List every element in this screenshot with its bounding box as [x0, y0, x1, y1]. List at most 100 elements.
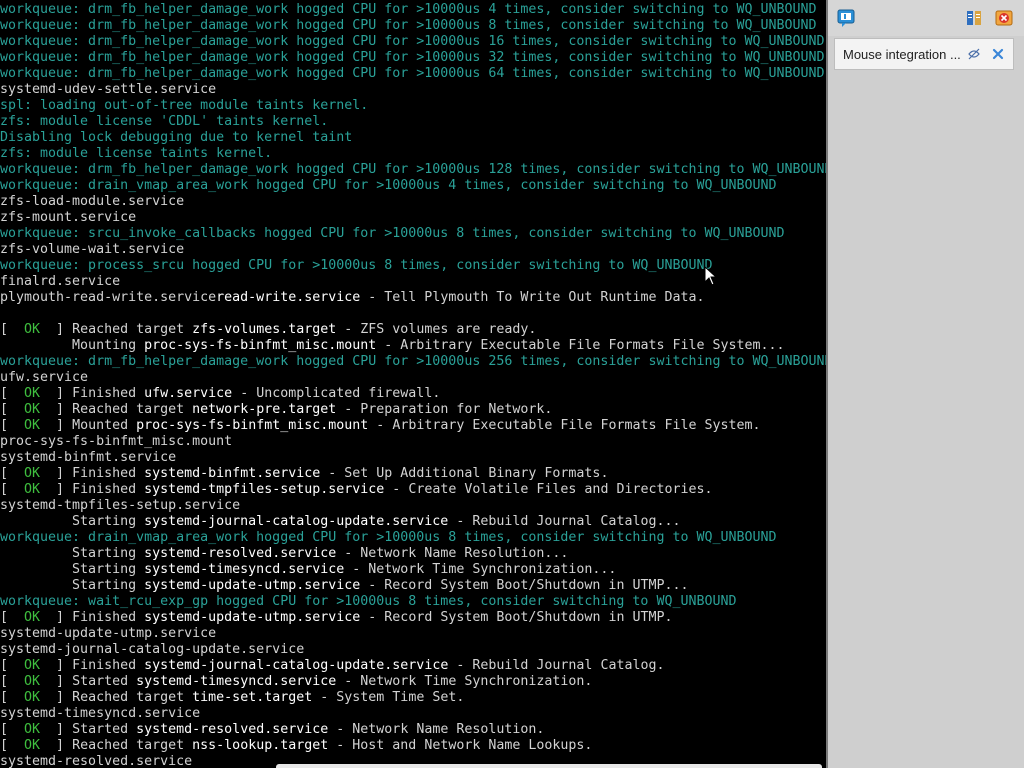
- console-line: [ OK ] Reached target network-pre.target…: [0, 402, 552, 418]
- console-text-segment: [: [0, 418, 25, 433]
- console-text-segment: - Network Time Synchronization.: [336, 674, 593, 689]
- console-text-segment: ] Finished: [40, 466, 145, 481]
- console-line: [ OK ] Finished systemd-update-utmp.serv…: [0, 610, 673, 626]
- console-text-segment: ] Mounted: [40, 418, 137, 433]
- console-text-segment: zfs: module license 'CDDL' taints kernel…: [0, 114, 329, 129]
- ok-status-text: OK: [24, 674, 41, 689]
- console-text-segment: workqueue: drm_fb_helper_damage_work hog…: [0, 34, 825, 49]
- console-line: [ OK ] Reached target zfs-volumes.target…: [0, 322, 536, 338]
- console-text-segment: zfs-mount.service: [0, 210, 137, 225]
- console-line: workqueue: srcu_invoke_callbacks hogged …: [0, 226, 785, 242]
- console-text-segment: ] Started: [40, 722, 137, 737]
- notification-text: Mouse integration ...: [843, 47, 961, 62]
- console-text-segment: workqueue: drm_fb_helper_damage_work hog…: [0, 66, 825, 81]
- console-text-segment: Starting: [0, 546, 145, 561]
- console-text-segment: systemd-timesyncd.service: [0, 706, 201, 721]
- console-line: proc-sys-fs-binfmt_misc.mount: [0, 434, 232, 450]
- console-text-segment: ufw.service: [144, 386, 233, 401]
- notification-center-icon[interactable]: [836, 8, 856, 28]
- console-line: [ OK ] Finished systemd-journal-catalog-…: [0, 658, 665, 674]
- console-text-segment: ] Finished: [40, 482, 145, 497]
- console-text-segment: [: [0, 466, 25, 481]
- console-line: workqueue: drm_fb_helper_damage_work hog…: [0, 34, 825, 50]
- console-text-segment: systemd-timesyncd.service: [144, 562, 345, 577]
- console-line: systemd-resolved.service: [0, 754, 192, 768]
- console-line: zfs-volume-wait.service: [0, 242, 184, 258]
- console-text-segment: systemd-tmpfiles-setup.service: [0, 498, 241, 513]
- console-text-segment: time-set.target: [192, 690, 313, 705]
- ok-status-text: OK: [24, 690, 41, 705]
- console-text-segment: systemd-resolved.service: [136, 722, 329, 737]
- console-text-segment: proc-sys-fs-binfmt_misc.mount: [0, 434, 233, 449]
- close-panel-icon[interactable]: [994, 8, 1014, 28]
- console-text-segment: [: [0, 738, 25, 753]
- console-text-segment: - Record System Boot/Shutdown in UTMP.: [360, 610, 673, 625]
- console-text-segment: - Set Up Additional Binary Formats.: [320, 466, 609, 481]
- console-line: spl: loading out-of-tree module taints k…: [0, 98, 368, 114]
- console-text-segment: - ZFS volumes are ready.: [336, 322, 537, 337]
- console-text-segment: - Create Volatile Files and Directories.: [384, 482, 713, 497]
- ok-status-text: OK: [24, 418, 41, 433]
- console-text-segment: workqueue: drm_fb_helper_damage_work hog…: [0, 354, 826, 369]
- console-text-segment: systemd-resolved.service: [144, 546, 337, 561]
- vm-settings-icon[interactable]: [964, 8, 984, 28]
- ok-status-text: OK: [24, 466, 41, 481]
- console-line: Starting systemd-timesyncd.service - Net…: [0, 562, 616, 578]
- console-text-segment: systemd-binfmt.service: [0, 450, 177, 465]
- console-text-segment: ] Reached target: [40, 402, 193, 417]
- console-text-segment: zfs-volumes.target: [192, 322, 337, 337]
- console-text-segment: workqueue: drm_fb_helper_damage_work hog…: [0, 18, 817, 33]
- console-text-segment: network-pre.target: [192, 402, 337, 417]
- console-text-segment: ] Finished: [40, 386, 145, 401]
- console-text-segment: - Rebuild Journal Catalog...: [448, 514, 681, 529]
- ok-status-text: OK: [24, 386, 41, 401]
- console-text-segment: - Arbitrary Executable File Formats File…: [368, 418, 761, 433]
- mouse-integration-notification[interactable]: Mouse integration ...: [834, 38, 1014, 70]
- console-text-segment: Mounting: [0, 338, 145, 353]
- console-text-segment: - Host and Network Name Lookups.: [328, 738, 593, 753]
- console-text-segment: zfs-volume-wait.service: [0, 242, 185, 257]
- console-text-segment: - Network Name Resolution...: [336, 546, 569, 561]
- ok-status-text: OK: [24, 738, 41, 753]
- console-line: Disabling lock debugging due to kernel t…: [0, 130, 352, 146]
- console-text-segment: workqueue: drm_fb_helper_damage_work hog…: [0, 162, 826, 177]
- console-line: systemd-binfmt.service: [0, 450, 176, 466]
- console-text-segment: - Uncomplicated firewall.: [232, 386, 441, 401]
- console-line: Mounting proc-sys-fs-binfmt_misc.mount -…: [0, 338, 785, 354]
- console-line: workqueue: drm_fb_helper_damage_work hog…: [0, 66, 825, 82]
- console-text-segment: Disabling lock debugging due to kernel t…: [0, 130, 353, 145]
- console-line: [ OK ] Finished systemd-binfmt.service -…: [0, 466, 608, 482]
- console-text-segment: ] Reached target: [40, 322, 193, 337]
- vm-console-output[interactable]: workqueue: drm_fb_helper_damage_work hog…: [0, 0, 826, 768]
- console-text-segment: proc-sys-fs-binfmt_misc.mount: [144, 338, 377, 353]
- console-text-segment: [: [0, 322, 25, 337]
- console-text-segment: systemd-udev-settle.service: [0, 82, 217, 97]
- console-text-segment: - Arbitrary Executable File Formats File…: [376, 338, 785, 353]
- console-text-segment: systemd-tmpfiles-setup.service: [144, 482, 385, 497]
- panel-toolbar: [828, 0, 1024, 36]
- console-line: systemd-udev-settle.service: [0, 82, 216, 98]
- console-text-segment: finalrd.service: [0, 274, 121, 289]
- console-line: [ OK ] Started systemd-resolved.service …: [0, 722, 544, 738]
- console-line: Starting systemd-journal-catalog-update.…: [0, 514, 681, 530]
- console-line: systemd-tmpfiles-setup.service: [0, 498, 240, 514]
- console-text-segment: ] Finished: [40, 610, 145, 625]
- console-line: ufw.service: [0, 370, 88, 386]
- console-text-segment: - Network Time Synchronization...: [344, 562, 617, 577]
- console-line: workqueue: drm_fb_helper_damage_work hog…: [0, 354, 826, 370]
- mini-toolbar-handle[interactable]: [276, 764, 822, 768]
- console-line: workqueue: drm_fb_helper_damage_work hog…: [0, 18, 817, 34]
- mute-notification-icon[interactable]: [967, 47, 981, 61]
- console-text-segment: nss-lookup.target: [192, 738, 329, 753]
- console-line: systemd-update-utmp.service: [0, 626, 216, 642]
- console-text-segment: ] Started: [40, 674, 137, 689]
- console-text-segment: zfs-load-module.service: [0, 194, 185, 209]
- console-text-segment: proc-sys-fs-binfmt_misc.mount: [136, 418, 369, 433]
- console-line: [ OK ] Reached target nss-lookup.target …: [0, 738, 592, 754]
- console-line: plymouth-read-write.serviceread-write.se…: [0, 290, 705, 306]
- console-text-segment: - System Time Set.: [312, 690, 465, 705]
- console-text-segment: ] Finished: [40, 658, 145, 673]
- console-line: workqueue: drain_vmap_area_work hogged C…: [0, 178, 777, 194]
- dismiss-notification-icon[interactable]: [991, 47, 1005, 61]
- console-text-segment: ] Reached target: [40, 690, 193, 705]
